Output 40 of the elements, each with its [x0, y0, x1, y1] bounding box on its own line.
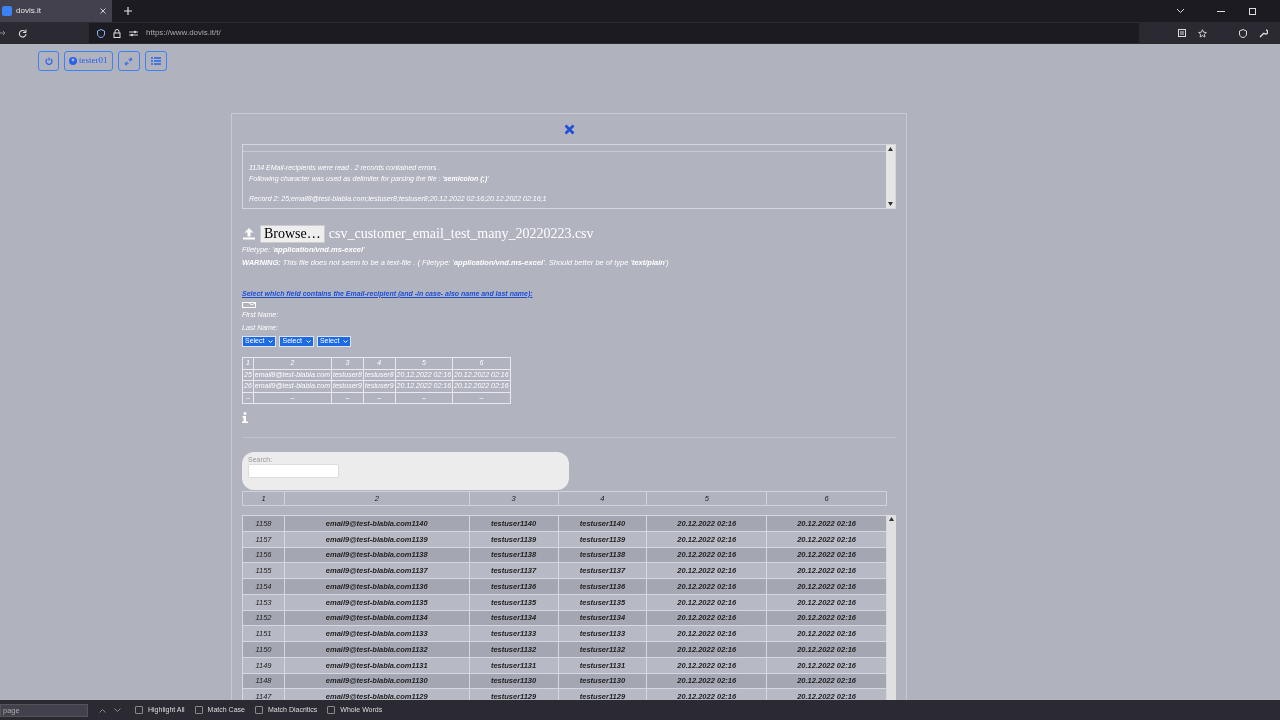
chevron-down-icon: [305, 340, 311, 343]
scrollbar[interactable]: [886, 145, 895, 208]
chevron-down-icon: [268, 340, 274, 343]
forward-arrow-icon[interactable]: [0, 30, 6, 36]
globe-icon: [2, 6, 12, 16]
email-card-icon: [242, 302, 256, 308]
plus-icon[interactable]: [124, 7, 132, 15]
link-icon: [124, 56, 133, 66]
file-name: csv_customer_email_test_many_20220223.csv: [328, 225, 594, 243]
minimize-icon[interactable]: [1217, 10, 1225, 12]
star-icon[interactable]: [1198, 28, 1207, 38]
address-bar[interactable]: https://www.dovis.it/t/: [89, 23, 1139, 43]
browse-button[interactable]: Browse…: [260, 224, 325, 243]
tab-title: dovis.it: [16, 5, 42, 17]
up-arrow-icon[interactable]: [888, 147, 893, 151]
checkbox[interactable]: [135, 706, 143, 714]
scrollbar[interactable]: [887, 515, 896, 700]
browser-tab[interactable]: dovis.it: [0, 0, 112, 22]
checkbox[interactable]: [327, 706, 336, 714]
lock-icon: [113, 28, 121, 38]
close-icon[interactable]: [563, 123, 575, 135]
user-button[interactable]: tester01: [64, 51, 113, 71]
checkbox[interactable]: [254, 706, 263, 714]
down-arrow-icon[interactable]: [888, 202, 893, 206]
sliders-icon[interactable]: [129, 29, 138, 37]
chevron-up-icon[interactable]: [99, 707, 106, 713]
shield-icon: [97, 28, 105, 38]
shield-icon[interactable]: [1239, 28, 1247, 38]
user-icon: [69, 57, 77, 65]
chevron-down-icon: [343, 340, 349, 343]
maximize-icon[interactable]: [1249, 7, 1256, 15]
upload-icon: [242, 227, 256, 240]
up-arrow-icon[interactable]: [889, 517, 894, 521]
search-field[interactable]: [248, 464, 339, 478]
reader-view-icon[interactable]: [1178, 29, 1186, 37]
power-icon: [44, 57, 53, 65]
checkbox[interactable]: [194, 706, 203, 714]
reload-icon[interactable]: [18, 28, 27, 38]
list-icon: [150, 57, 161, 65]
url-text: https://www.dovis.it/t/: [146, 27, 221, 39]
